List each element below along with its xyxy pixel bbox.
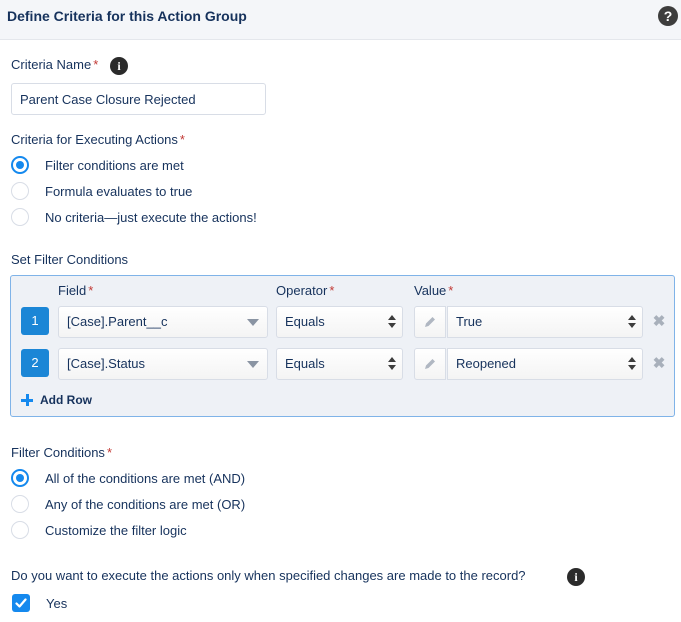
radio-label: Any of the conditions are met (OR)	[45, 496, 246, 512]
add-row-button[interactable]: Add Row	[21, 393, 92, 407]
filter-conditions-label: Filter Conditions *	[11, 445, 112, 460]
radio-button[interactable]	[11, 208, 29, 226]
set-filter-conditions-title: Set Filter Conditions	[11, 252, 129, 267]
required-marker: *	[329, 283, 335, 298]
pencil-icon	[425, 317, 435, 327]
pencil-icon	[425, 359, 435, 369]
required-marker: *	[88, 283, 94, 298]
criteria-exec-label: Criteria for Executing Actions *	[11, 132, 185, 147]
radio-filter-conditions[interactable]: Filter conditions are met	[11, 155, 184, 175]
add-row-label: Add Row	[40, 393, 92, 407]
radio-label: Customize the filter logic	[45, 522, 187, 538]
specified-changes-question: Do you want to execute the actions only …	[11, 568, 526, 583]
radio-button[interactable]	[11, 521, 29, 539]
criteria-name-input[interactable]	[11, 83, 266, 115]
edit-value-type-button[interactable]	[414, 306, 446, 338]
yes-label: Yes	[46, 596, 68, 611]
info-icon[interactable]: i	[110, 57, 128, 75]
radio-no-criteria[interactable]: No criteria—just execute the actions!	[11, 207, 257, 227]
required-marker: *	[106, 445, 112, 460]
radio-label: Formula evaluates to true	[45, 183, 193, 199]
operator-select[interactable]: Equals	[276, 348, 403, 380]
required-marker: *	[448, 283, 454, 298]
up-down-arrows-icon	[388, 315, 396, 329]
value-column-header: Value *	[414, 283, 454, 298]
radio-formula[interactable]: Formula evaluates to true	[11, 181, 192, 201]
delete-row-icon[interactable]: ✖	[652, 356, 666, 371]
plus-icon	[21, 394, 33, 406]
chevron-down-icon	[247, 319, 259, 326]
field-select[interactable]: [Case].Status	[58, 348, 268, 380]
required-marker: *	[179, 132, 185, 147]
field-column-header: Field *	[58, 283, 94, 298]
value-select[interactable]: Reopened	[447, 348, 643, 380]
field-select[interactable]: [Case].Parent__c	[58, 306, 268, 338]
radio-any-condition[interactable]: Any of the conditions are met (OR)	[11, 494, 245, 514]
radio-button[interactable]	[11, 495, 29, 513]
up-down-arrows-icon	[628, 315, 636, 329]
row-number-badge: 2	[21, 349, 49, 377]
radio-custom-logic[interactable]: Customize the filter logic	[11, 520, 187, 540]
radio-button[interactable]	[11, 469, 29, 487]
required-marker: *	[93, 57, 99, 72]
chevron-down-icon	[247, 361, 259, 368]
info-icon[interactable]: i	[567, 568, 585, 586]
section-title: Define Criteria for this Action Group	[7, 8, 247, 24]
yes-checkbox[interactable]	[12, 594, 30, 612]
radio-label: All of the conditions are met (AND)	[45, 470, 246, 486]
radio-all-conditions[interactable]: All of the conditions are met (AND)	[11, 468, 245, 488]
section-header: Define Criteria for this Action Group ?	[0, 0, 681, 40]
radio-button[interactable]	[11, 156, 29, 174]
operator-select[interactable]: Equals	[276, 306, 403, 338]
value-select[interactable]: True	[447, 306, 643, 338]
edit-value-type-button[interactable]	[414, 348, 446, 380]
radio-button[interactable]	[11, 182, 29, 200]
row-number-badge: 1	[21, 307, 49, 335]
radio-label: No criteria—just execute the actions!	[45, 209, 257, 225]
up-down-arrows-icon	[628, 357, 636, 371]
help-icon[interactable]: ?	[658, 6, 678, 26]
criteria-name-label: Criteria Name *	[11, 57, 99, 72]
filter-conditions-panel	[10, 275, 675, 417]
radio-label: Filter conditions are met	[45, 157, 184, 173]
delete-row-icon[interactable]: ✖	[652, 314, 666, 329]
checkmark-icon	[15, 598, 27, 608]
up-down-arrows-icon	[388, 357, 396, 371]
operator-column-header: Operator *	[276, 283, 335, 298]
